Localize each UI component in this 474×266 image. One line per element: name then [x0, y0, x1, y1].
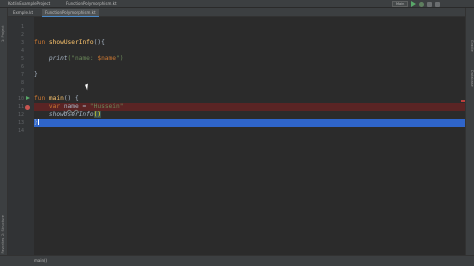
line-number: 3	[20, 40, 24, 46]
code-editor[interactable]: fun showUserInfo(){ print("name: $name")…	[34, 17, 465, 255]
code-line-3: fun showUserInfo(){	[34, 39, 465, 47]
right-tool-strip: Gradle Database	[465, 8, 474, 258]
search-icon[interactable]	[435, 1, 441, 7]
line-number: 2	[20, 32, 24, 38]
structure-tool-tab[interactable]: 2: Structure	[1, 215, 5, 236]
line-number: 7	[20, 72, 24, 78]
code-line-12: showUserInfo()	[34, 111, 465, 119]
code-line-13: }	[34, 119, 465, 127]
line-number: 5	[20, 56, 24, 62]
line-number: 11	[17, 104, 24, 110]
code-line-10: fun main() {	[34, 95, 465, 103]
function-name: main	[48, 95, 64, 102]
gradle-tool-tab[interactable]: Gradle	[470, 40, 474, 52]
file-crumb[interactable]: FunctionPolymorphism.kt	[66, 1, 117, 7]
breadcrumb[interactable]: main()	[34, 258, 47, 264]
database-tool-tab[interactable]: Database	[470, 70, 474, 87]
editor-gutter[interactable]: 1 2 3 4 5 6 7 8 9 10 11 12 13 14	[8, 17, 34, 255]
toolbar-right: Main	[392, 1, 441, 7]
run-icon[interactable]	[411, 1, 417, 7]
keyword: fun	[34, 95, 46, 102]
title-bar: KotlinExampleProject FunctionPolymorphis…	[0, 0, 474, 8]
tab-function-polymorphism[interactable]: FunctionPolymorphism.kt	[42, 9, 99, 17]
code-line-5: print("name: $name")	[34, 55, 465, 63]
line-number: 1	[20, 24, 24, 30]
run-configuration-select[interactable]: Main	[392, 1, 409, 7]
line-number: 4	[20, 48, 24, 54]
line-number: 6	[20, 64, 24, 70]
keyword: fun	[34, 39, 46, 46]
string-literal: ")	[116, 55, 124, 62]
string-template: $name	[97, 55, 116, 62]
code-line-11: var name = "Hussein"	[34, 103, 465, 111]
matched-brackets: ()	[93, 111, 102, 118]
text-caret	[37, 119, 39, 125]
line-number: 13	[17, 120, 24, 126]
line-number: 8	[20, 80, 24, 86]
line-number: 14	[17, 128, 24, 134]
project-name[interactable]: KotlinExampleProject	[8, 1, 50, 7]
string-literal: "Hussein"	[89, 103, 124, 110]
code-text: () {	[63, 95, 79, 102]
string-literal: ("name:	[67, 55, 98, 62]
line-number: 12	[17, 112, 24, 118]
code-line-7: }	[34, 71, 465, 79]
variable-name: name	[63, 103, 79, 110]
line-number: 9	[20, 88, 24, 94]
function-name: showUserInfo	[48, 39, 94, 46]
project-tool-tab[interactable]: 1: Project	[1, 26, 5, 43]
code-text: =	[78, 103, 90, 110]
keyword: var	[48, 103, 61, 110]
tab-exmple[interactable]: Exmple.kt	[10, 9, 36, 17]
breakpoint-icon[interactable]	[25, 105, 30, 110]
left-tool-strip: 1: Project 2: Structure 2: Favorites	[0, 8, 8, 258]
code-text: }	[34, 71, 38, 78]
line-number: 10	[17, 96, 24, 102]
run-gutter-icon[interactable]	[26, 96, 30, 100]
debug-icon[interactable]	[419, 1, 425, 7]
editor-tab-bar: Exmple.kt FunctionPolymorphism.kt	[8, 8, 465, 17]
error-stripe-marker[interactable]	[461, 100, 465, 102]
stop-icon[interactable]	[427, 1, 433, 7]
code-text: (){	[93, 39, 105, 46]
function-call: print	[48, 55, 68, 62]
function-call: showUserInfo	[48, 111, 94, 118]
status-bar: main()	[0, 255, 474, 266]
